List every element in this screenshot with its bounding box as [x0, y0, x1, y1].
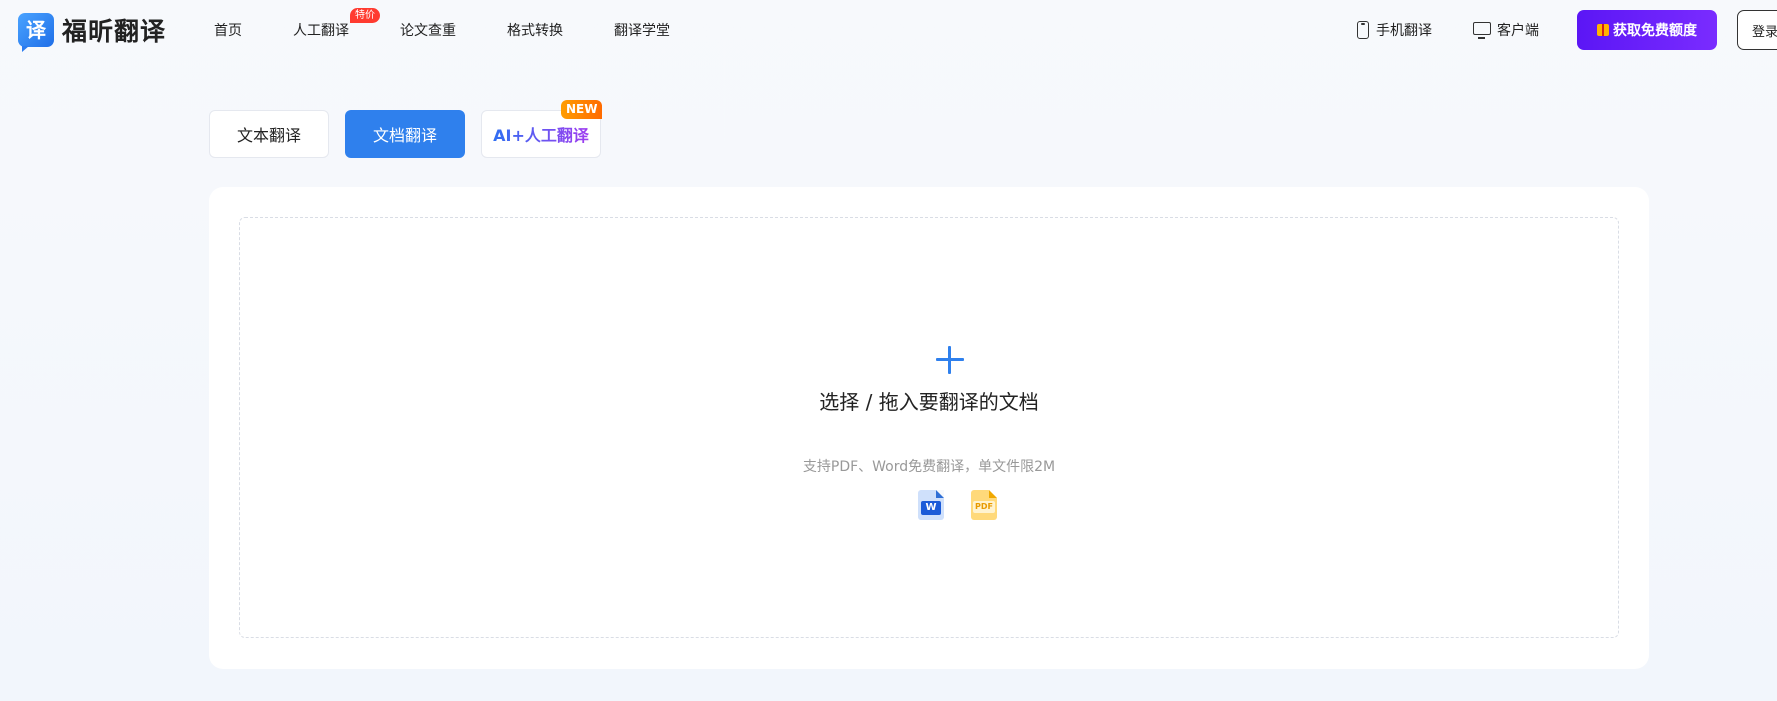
- word-file-label: W: [921, 501, 941, 515]
- upload-title[interactable]: 选择 / 拖入要翻译的文档: [240, 386, 1618, 415]
- login-button[interactable]: 登录: [1737, 10, 1777, 50]
- nav-plagiarism-check[interactable]: 论文查重: [400, 20, 456, 40]
- gift-icon: [1597, 24, 1609, 36]
- nav-human-translation[interactable]: 人工翻译: [293, 20, 349, 40]
- special-price-badge: 特价: [350, 8, 380, 23]
- tab-document-translation[interactable]: 文档翻译: [345, 110, 465, 158]
- nav-translation-academy[interactable]: 翻译学堂: [614, 20, 670, 40]
- plus-icon[interactable]: [936, 346, 964, 374]
- logo-icon: 译: [18, 13, 54, 52]
- nav-home[interactable]: 首页: [214, 20, 242, 40]
- phone-icon: [1357, 21, 1369, 39]
- pdf-file-icon: PDF: [971, 490, 997, 520]
- tab-ai-human-label: AI+人工翻译: [493, 122, 589, 146]
- word-file-icon: W: [918, 490, 944, 520]
- mobile-translate-label: 手机翻译: [1376, 23, 1432, 39]
- nav-format-conversion[interactable]: 格式转换: [507, 20, 563, 40]
- get-free-quota-button[interactable]: 获取免费额度: [1577, 10, 1717, 50]
- top-header: 译 福昕翻译 首页 人工翻译 特价 论文查重 格式转换 翻译学堂 手机翻译 客户…: [0, 0, 1777, 60]
- file-dropzone[interactable]: 选择 / 拖入要翻译的文档 支持PDF、Word免费翻译，单文件限2M W PD…: [239, 217, 1619, 638]
- monitor-icon: [1473, 21, 1491, 39]
- tab-text-translation[interactable]: 文本翻译: [209, 110, 329, 158]
- desktop-client-label: 客户端: [1497, 23, 1539, 39]
- desktop-client-link[interactable]: 客户端: [1473, 20, 1539, 40]
- upload-hint: 支持PDF、Word免费翻译，单文件限2M: [802, 459, 1056, 475]
- logo-text: 福昕翻译: [62, 17, 167, 46]
- mobile-translate-link[interactable]: 手机翻译: [1357, 20, 1432, 40]
- upload-card: 选择 / 拖入要翻译的文档 支持PDF、Word免费翻译，单文件限2M W PD…: [209, 187, 1649, 669]
- pdf-file-label: PDF: [973, 501, 995, 513]
- new-badge: NEW: [561, 100, 603, 119]
- get-free-quota-label: 获取免费额度: [1613, 23, 1697, 39]
- logo[interactable]: 译 福昕翻译: [18, 13, 167, 52]
